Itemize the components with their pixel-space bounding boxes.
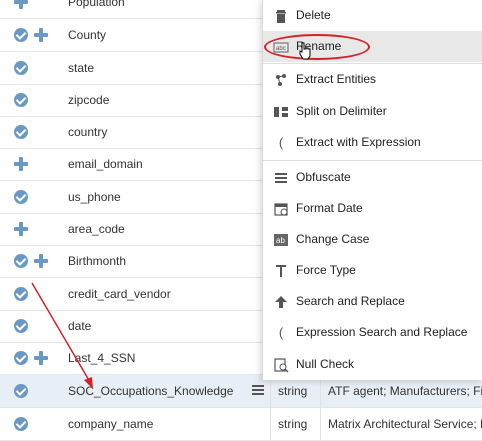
menu-item-force-type[interactable]: Force Type [263, 255, 482, 286]
calendar-icon [273, 201, 289, 217]
force-type-icon [273, 263, 289, 279]
menu-divider [263, 160, 482, 161]
menu-item-obfuscate[interactable]: Obfuscate [263, 162, 482, 193]
menu-item-change-case[interactable]: ab Change Case [263, 224, 482, 255]
highlight-ellipse [264, 34, 370, 60]
null-check-icon [273, 357, 289, 373]
menu-item-expression-search-and-replace[interactable]: ( Expression Search and Replace [263, 317, 482, 348]
menu-item-label: Search and Replace [296, 294, 405, 308]
expression-search-replace-icon: ( [278, 325, 284, 340]
menu-item-label: Split on Delimiter [296, 104, 387, 118]
extract-entities-icon [273, 72, 289, 88]
menu-item-label: Extract Entities [296, 72, 377, 86]
menu-item-split-on-delimiter[interactable]: Split on Delimiter [263, 96, 482, 127]
split-icon [273, 104, 289, 120]
search-replace-icon [273, 294, 289, 310]
menu-item-label: Extract with Expression [296, 135, 421, 149]
menu-item-null-check[interactable]: Null Check [263, 349, 482, 380]
menu-item-label: Expression Search and Replace [296, 325, 468, 339]
obfuscate-icon [273, 170, 289, 186]
menu-item-label: Force Type [296, 263, 356, 277]
menu-item-label: Null Check [296, 357, 355, 371]
menu-item-label: Obfuscate [296, 170, 351, 184]
menu-item-extract-entities[interactable]: Extract Entities [263, 64, 482, 95]
menu-item-format-date[interactable]: Format Date [263, 193, 482, 224]
menu-item-label: Format Date [296, 201, 363, 215]
menu-item-delete[interactable]: Delete [263, 0, 482, 31]
trash-icon [273, 8, 289, 24]
menu-item-search-and-replace[interactable]: Search and Replace [263, 286, 482, 317]
expression-icon: ( [278, 135, 284, 150]
menu-item-extract-with-expression[interactable]: ( Extract with Expression [263, 127, 482, 158]
change-case-icon: ab [273, 232, 289, 248]
svg-text:ab: ab [276, 236, 285, 245]
menu-item-label: Change Case [296, 232, 370, 246]
hand-cursor-icon [299, 42, 311, 60]
menu-item-label: Delete [296, 8, 331, 22]
